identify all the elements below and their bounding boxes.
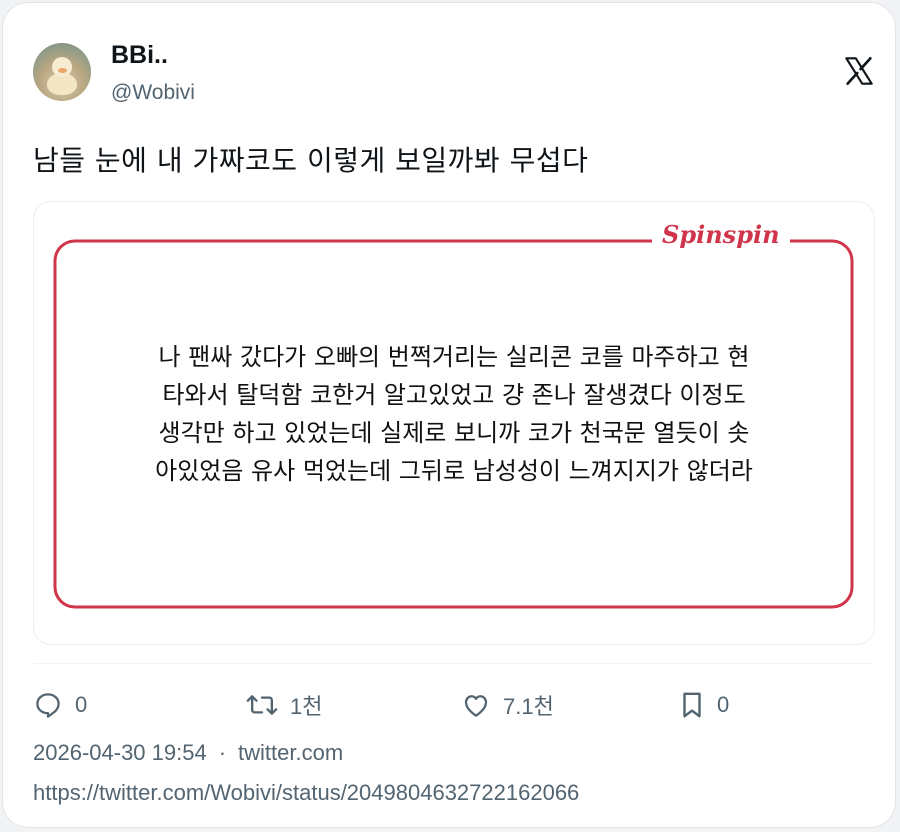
timestamp[interactable]: 2026-04-30 19:54 bbox=[33, 740, 207, 765]
source-link[interactable]: twitter.com bbox=[238, 740, 343, 765]
bookmark-button[interactable]: 0 bbox=[679, 687, 729, 723]
bookmark-icon bbox=[683, 692, 701, 718]
media-text-line: 생각만 하고 있었는데 실제로 보니까 코가 천국문 열듯이 솟 bbox=[158, 419, 750, 447]
retweet-count: 1천 bbox=[290, 694, 323, 719]
bookmark-count: 0 bbox=[717, 692, 730, 717]
tweet-text: 남들 눈에 내 가짜코도 이렇게 보일까봐 무섭다 bbox=[33, 144, 589, 177]
avatar-duck-head bbox=[52, 57, 72, 77]
heart-icon bbox=[464, 695, 488, 717]
like-count: 7.1천 bbox=[503, 694, 554, 719]
media-text-line: 타와서 탈덕함 코한거 알고있었고 걍 존나 잘생겼다 이정도 bbox=[162, 381, 746, 409]
avatar-duck-beak bbox=[58, 68, 67, 73]
media-text-line: 나 팬싸 갔다가 오빠의 번쩍거리는 실리콘 코를 마주하고 현 bbox=[158, 343, 750, 371]
meta-separator: · bbox=[218, 740, 227, 765]
media-text-line: 아있었음 유사 먹었는데 그뒤로 남성성이 느껴지지가 않더라 bbox=[155, 457, 753, 485]
avatar[interactable] bbox=[33, 43, 91, 101]
reply-button[interactable]: 0 bbox=[33, 687, 87, 723]
media-text-block: 나 팬싸 갔다가 오빠의 번쩍거리는 실리콘 코를 마주하고 현 타와서 탈덕함… bbox=[89, 338, 819, 490]
retweet-button[interactable]: 1천 bbox=[246, 687, 322, 723]
tweet-media-image[interactable]: Spinspin 나 팬싸 갔다가 오빠의 번쩍거리는 실리콘 코를 마주하고 … bbox=[33, 201, 875, 645]
reply-icon bbox=[36, 693, 60, 718]
brand-logo: Spinspin bbox=[652, 220, 790, 249]
retweet-icon bbox=[246, 695, 278, 715]
tweet-card: BBi.. @Wobivi 남들 눈에 내 가짜코도 이렇게 보일까봐 무섭다 … bbox=[2, 2, 896, 828]
divider bbox=[33, 663, 873, 664]
display-name[interactable]: BBi.. bbox=[111, 41, 168, 70]
tweet-url[interactable]: https://twitter.com/Wobivi/status/204980… bbox=[33, 780, 579, 806]
reply-count: 0 bbox=[75, 692, 88, 717]
like-button[interactable]: 7.1천 bbox=[461, 687, 554, 723]
tweet-meta: 2026-04-30 19:54 · twitter.com bbox=[33, 740, 343, 766]
user-handle[interactable]: @Wobivi bbox=[111, 81, 195, 105]
x-logo-icon[interactable] bbox=[843, 55, 875, 87]
